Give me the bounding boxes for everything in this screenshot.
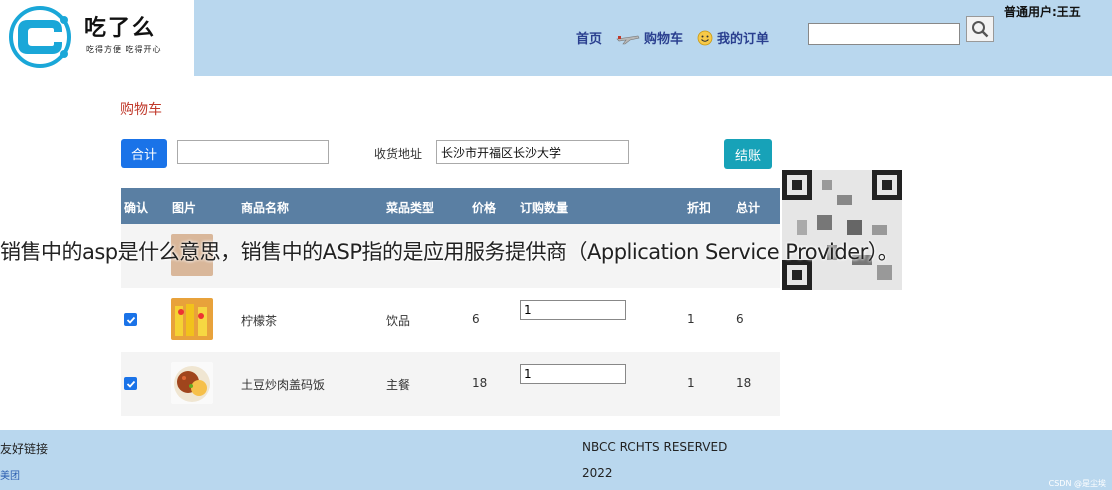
logo-mark-icon [9,6,71,68]
qr-code-icon [782,170,902,290]
site-header: 吃了么 吃得方便 吃得开心 首页 购物车 我的订单 普通用户:王五 [0,0,1112,76]
rice-dish-image [171,362,213,404]
lemon-tea-image [171,298,213,340]
address-label: 收货地址 [374,147,423,161]
footer-link-meituan[interactable]: 美团 [0,467,20,482]
col-confirm: 确认 [124,201,149,215]
col-discount: 折扣 [687,201,712,215]
main-nav: 首页 购物车 我的订单 [576,28,769,47]
product-discount: 1 [687,376,695,390]
total-button[interactable]: 合计 [121,139,167,168]
quantity-field[interactable] [520,364,626,384]
product-total: 6 [736,312,744,326]
product-price: 6 [472,312,480,326]
nav-home[interactable]: 首页 [576,28,602,47]
nav-orders-label: 我的订单 [717,32,770,47]
footer-year: 2022 [582,466,613,480]
col-name: 商品名称 [241,201,290,215]
search-button[interactable] [966,16,994,42]
col-price: 价格 [472,201,497,215]
search-input[interactable] [808,23,960,45]
logo-subtitle: 吃得方便 吃得开心 [86,45,162,54]
footer-links-title: 友好链接 [0,442,49,456]
watermark: CSDN @是尘埃 [1048,479,1106,488]
product-image [171,298,213,340]
col-total: 总计 [736,201,761,215]
address-field[interactable] [436,140,629,164]
row-checkbox[interactable] [124,377,137,390]
nav-home-label: 首页 [576,32,603,47]
logo-title: 吃了么 [84,15,157,41]
footer-copyright: NBCC RCHTS RESERVED [582,440,728,454]
cart-table: 确认 图片 商品名称 菜品类型 价格 订购数量 折扣 总计 柠檬茶 饮品 6 1… [121,188,780,416]
product-type: 主餐 [386,378,411,392]
total-field[interactable] [177,140,329,164]
user-label: 普通用户:王五 [1004,5,1081,19]
nav-cart[interactable]: 购物车 [616,28,683,47]
product-type: 饮品 [386,314,411,328]
check-icon [126,380,135,388]
col-qty: 订购数量 [520,201,569,215]
col-type: 菜品类型 [386,201,435,215]
table-row: 柠檬茶 饮品 6 1 6 [121,288,780,352]
nav-orders[interactable]: 我的订单 [697,28,769,47]
row-checkbox[interactable] [124,313,137,326]
smiley-icon [697,30,713,45]
logo[interactable]: 吃了么 吃得方便 吃得开心 [0,0,194,76]
col-image: 图片 [172,201,197,215]
product-name: 土豆炒肉盖码饭 [241,378,326,392]
product-discount: 1 [687,312,695,326]
check-icon [126,316,135,324]
product-price: 18 [472,376,488,390]
site-footer: 友好链接 美团 NBCC RCHTS RESERVED 2022 CSDN @是… [0,430,1112,490]
nav-cart-label: 购物车 [644,32,684,47]
product-total: 18 [736,376,752,390]
overlay-caption: 销售中的asp是什么意思，销售中的ASP指的是应用服务提供商（Applicati… [0,240,899,264]
product-name: 柠檬茶 [241,314,278,328]
table-row: 土豆炒肉盖码饭 主餐 18 1 18 [121,352,780,416]
checkout-button[interactable]: 结账 [724,139,772,169]
table-header: 确认 图片 商品名称 菜品类型 价格 订购数量 折扣 总计 [121,188,780,224]
product-image [171,362,213,404]
page-title: 购物车 [120,102,162,118]
search-icon [972,21,989,38]
plane-icon [616,35,640,44]
quantity-field[interactable] [520,300,626,320]
